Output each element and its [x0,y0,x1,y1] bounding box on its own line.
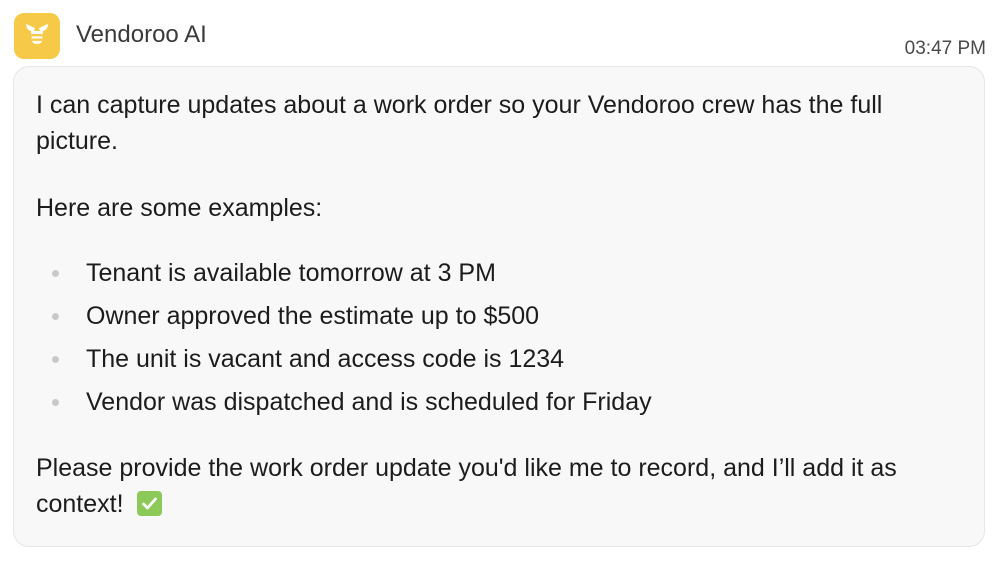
timestamp: 03:47 PM [904,38,986,59]
example-text: Tenant is available tomorrow at 3 PM [86,259,496,287]
sender-name: Vendoroo AI [76,21,207,48]
bullet-icon [52,356,59,363]
list-item: Tenant is available tomorrow at 3 PM [36,252,962,295]
list-item: Vendor was dispatched and is scheduled f… [36,381,962,424]
list-item: The unit is vacant and access code is 12… [36,338,962,381]
bullet-icon [52,399,59,406]
examples-list: Tenant is available tomorrow at 3 PM Own… [36,252,962,424]
message-bubble: I can capture updates about a work order… [13,66,985,547]
example-text: The unit is vacant and access code is 12… [86,345,565,373]
avatar [14,13,60,59]
example-text: Vendor was dispatched and is scheduled f… [86,388,652,416]
examples-heading: Here are some examples: [36,194,323,222]
bee-icon [22,19,52,54]
list-item: Owner approved the estimate up to $500 [36,295,962,338]
message-closing: Please provide the work order update you… [36,450,962,522]
check-mark-icon [136,491,162,516]
closing-text: Please provide the work order update you… [36,454,897,518]
message-intro: I can capture updates about a work order… [36,91,883,155]
bullet-icon [52,270,59,277]
example-text: Owner approved the estimate up to $500 [86,302,540,330]
chat-message: Vendoroo AI 03:47 PM I can capture updat… [0,0,1008,570]
bullet-icon [52,313,59,320]
